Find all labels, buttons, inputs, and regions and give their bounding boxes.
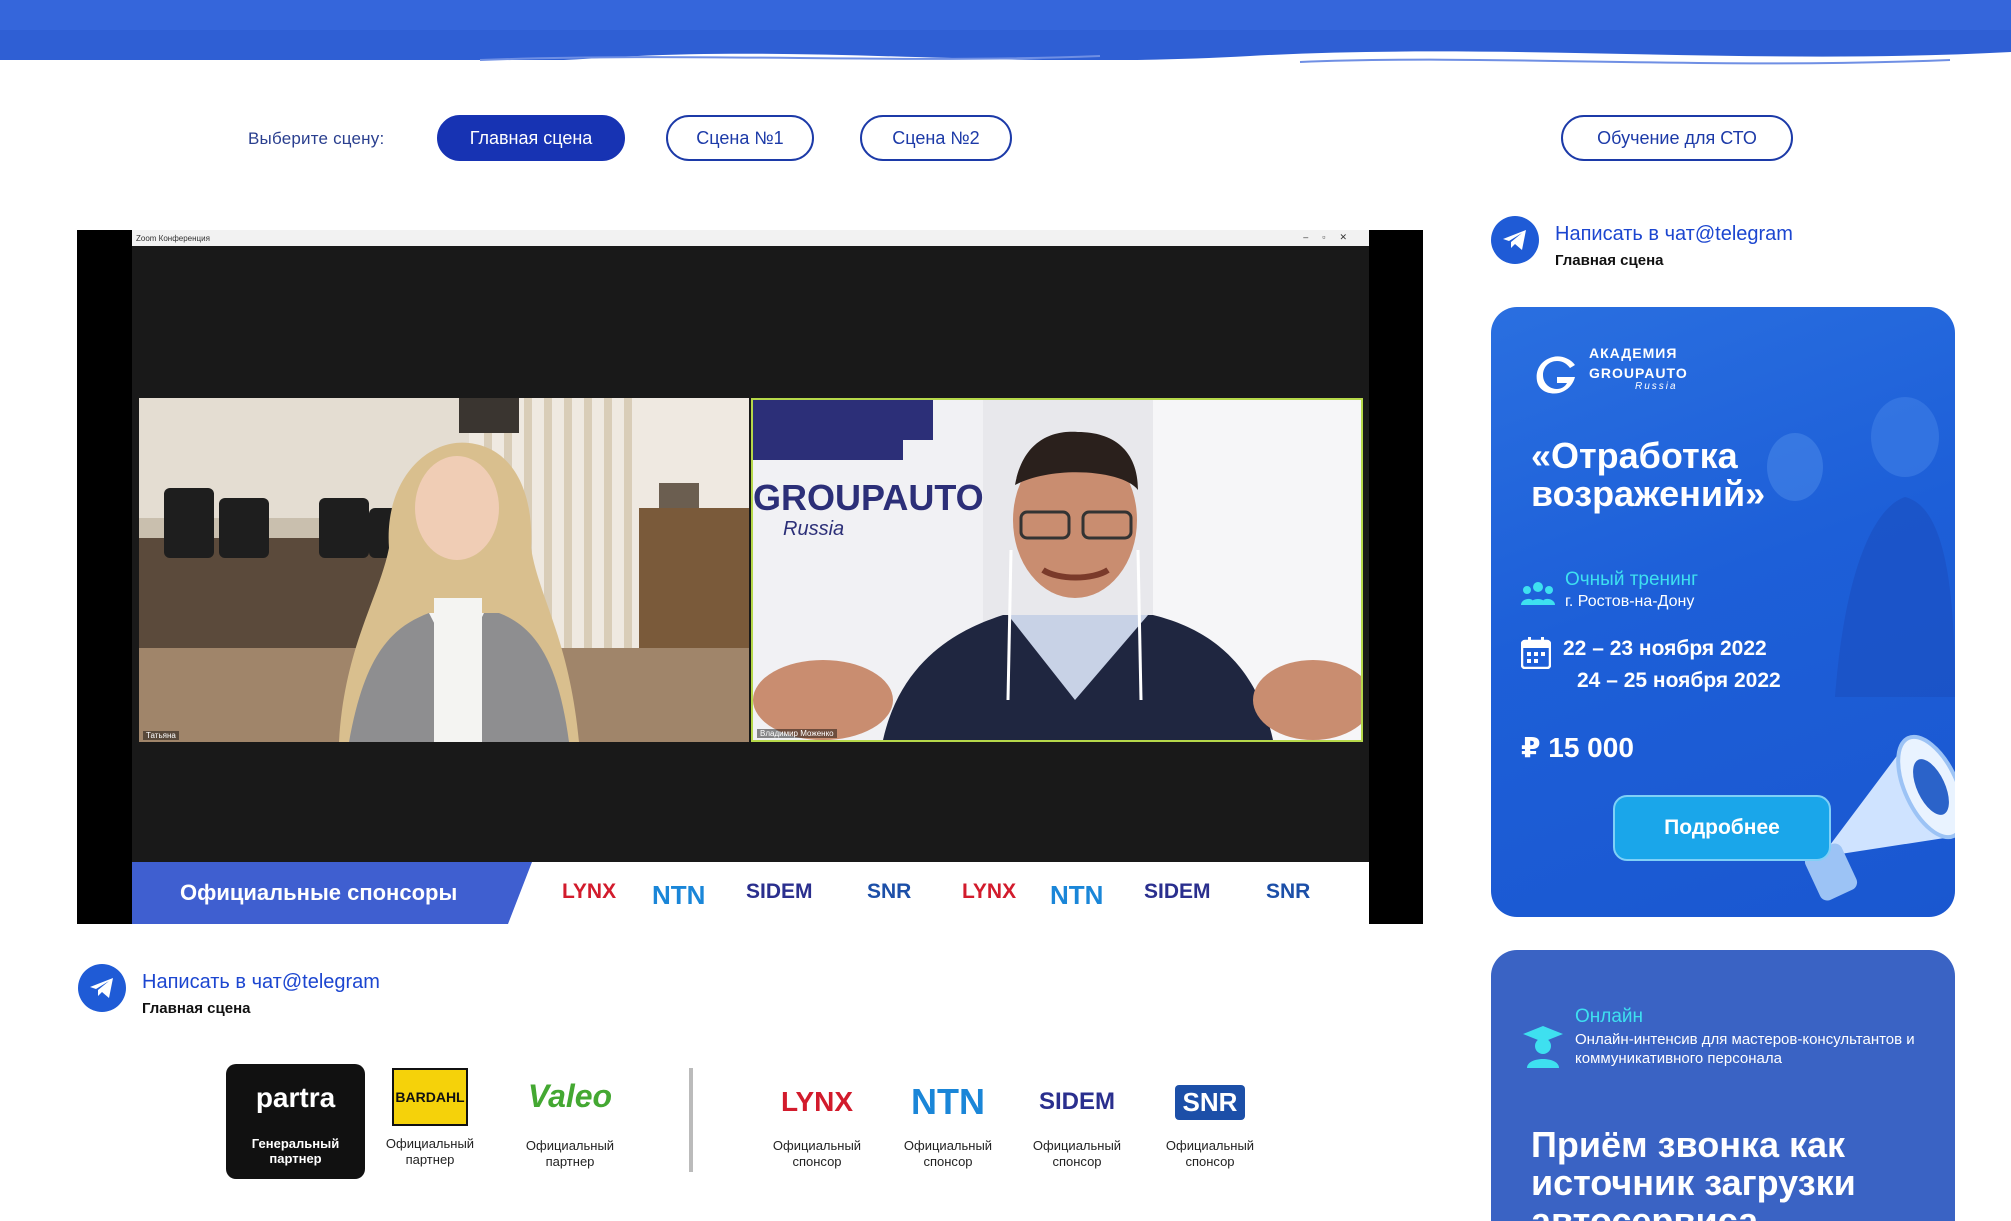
participant-left-video [139,398,749,742]
scene-button-2[interactable]: Сцена №2 [860,115,1012,161]
lynx-logo: LYNX [780,1086,854,1117]
partner-caption-line1: Официальный [385,1136,475,1151]
promo-format: Очный тренинг [1565,569,1699,590]
promo2-format: Онлайн [1575,1006,1644,1027]
promo-title-line2: возражений» [1531,473,1766,514]
strip-logo-sidem: SIDEM [746,880,813,903]
promo-date-2: 24 – 25 ноября 2022 [1577,669,1781,692]
participant-name-right: Владимир Моженко [757,729,837,738]
partner-valeo[interactable]: Valeo Официальный партнер [515,1060,625,1170]
zoom-title: Zoom Конференция [136,233,210,243]
promo-title: «Отработка возражений» [1531,437,1765,513]
sponsor-ntn[interactable]: NTN Официальный спонсор [893,1060,1003,1170]
partner-caption-line1: Официальный [903,1138,993,1153]
academy-region: Russia [1635,381,1678,392]
groupauto-backdrop-subtext: Russia [783,518,844,540]
partner-caption-line2: партнер [269,1151,322,1166]
telegram-scene-label: Главная сцена [142,1000,251,1017]
promo-format-row: Очный тренинг г. Ростов-на-Дону [1521,569,1698,611]
promo-dates-row: 22 – 23 ноября 2022 24 – 25 ноября 2022 [1521,633,1781,697]
graduate-icon [1523,1026,1563,1068]
telegram-chat-link[interactable]: Написать в чат@telegram [142,971,380,994]
strip-logo-sidem-2: SIDEM [1144,880,1211,903]
groupauto-backdrop-text: GROUPAUTO [753,477,984,518]
calendar-icon [1521,637,1551,669]
partner-caption-line1: Генеральный [251,1136,340,1151]
zoom-window: Zoom Конференция –▫✕ Татьяна GROUPAUTO R… [132,230,1369,924]
top-wave-banner [0,0,2011,90]
promo-background-people [1767,397,1955,697]
telegram-chat-block-top: Написать в чат@telegram Главная сцена [1491,216,1793,269]
promo-date-1: 22 – 23 ноября 2022 [1563,637,1767,660]
strip-logo-lynx-2: LYNX [962,880,1017,903]
promo-price: ₽ 15 000 [1521,732,1634,763]
valeo-logo: Valeo [527,1077,613,1114]
participant-name-left: Татьяна [143,731,179,740]
participant-tile-right: GROUPAUTO Russia Владимир Моженко [751,398,1363,742]
partner-partra[interactable]: partra Генеральный партнер [226,1064,365,1179]
groupauto-academy-logo: АКАДЕМИЯ GROUPAUTO Russia [1535,345,1688,394]
partner-caption-line2: спонсор [1185,1154,1235,1169]
promo2-description: Онлайн-интенсив для мастеров-консультант… [1575,1031,1915,1067]
sponsor-lynx[interactable]: LYNX Официальный спонсор [762,1060,872,1170]
strip-logo-lynx: LYNX [562,880,617,903]
ntn-logo: NTN [911,1081,985,1122]
sponsor-snr[interactable]: SNR Официальный спонсор [1155,1060,1265,1170]
academy-brand: GROUPAUTO [1589,365,1688,381]
snr-logo: SNR [1174,1084,1246,1120]
group-people-icon [1521,582,1555,605]
academy-label: АКАДЕМИЯ [1589,345,1678,361]
partners-row: partra Генеральный партнер BARDAHL Офици… [0,1060,1450,1190]
partner-caption-line1: Официальный [1165,1138,1255,1153]
promo2-title: Приём звонка как источник загрузки автос… [1531,1124,1856,1221]
sponsor-sidem[interactable]: SIDEM Официальный спонсор [1022,1060,1132,1170]
telegram-scene-label: Главная сцена [1555,252,1664,269]
telegram-icon[interactable] [78,964,126,1012]
partner-caption-line2: спонсор [923,1154,973,1169]
scene-button-1[interactable]: Сцена №1 [666,115,814,161]
promo-more-button[interactable]: Подробнее [1613,795,1831,861]
scene-button-main[interactable]: Главная сцена [437,115,625,161]
strip-logo-snr: SNR [867,880,912,903]
participant-right-video: GROUPAUTO Russia [753,400,1361,740]
partner-caption-line1: Официальный [525,1138,615,1153]
telegram-chat-block-bottom: Написать в чат@telegram Главная сцена [78,964,380,1017]
scene-selector: Выберите сцену: Главная сцена Сцена №1 С… [0,115,2011,163]
scene-selector-label: Выберите сцену: [248,129,385,148]
video-player[interactable]: Zoom Конференция –▫✕ Татьяна GROUPAUTO R… [77,230,1423,924]
partner-caption-line1: Официальный [772,1138,862,1153]
video-sponsor-strip: Официальные спонсоры LYNX NTN SIDEM SNR … [132,862,1369,924]
promo-card-online[interactable]: Онлайн Онлайн-интенсив для мастеров-конс… [1491,950,1955,1221]
participant-tile-left: Татьяна [139,398,749,742]
sponsor-strip-label: Официальные спонсоры [180,880,458,905]
partner-caption-line1: Официальный [1032,1138,1122,1153]
partner-bardahl[interactable]: BARDAHL Официальный партнер [380,1060,480,1168]
partner-caption-line2: спонсор [792,1154,842,1169]
bardahl-logo: BARDAHL [392,1068,468,1126]
groupauto-g-icon [1536,356,1575,394]
promo-card-training[interactable]: АКАДЕМИЯ GROUPAUTO Russia «Отработка воз… [1491,307,1955,917]
training-button[interactable]: Обучение для СТО [1561,115,1793,161]
telegram-chat-link[interactable]: Написать в чат@telegram [1555,223,1793,246]
strip-logo-ntn-2: NTN [1050,880,1104,910]
partner-caption-line2: партнер [405,1152,455,1167]
zoom-titlebar: Zoom Конференция –▫✕ [132,230,1369,246]
partra-card: partra Генеральный партнер [226,1064,365,1179]
promo-title-line1: «Отработка [1531,435,1738,476]
partners-divider [689,1068,693,1172]
sidem-logo: SIDEM [1038,1088,1115,1115]
partner-caption-line2: спонсор [1052,1154,1102,1169]
strip-logo-snr-2: SNR [1266,880,1311,903]
strip-logo-ntn: NTN [652,880,706,910]
telegram-icon[interactable] [1491,216,1539,264]
partner-caption-line2: партнер [545,1154,595,1169]
window-controls-icon: –▫✕ [1303,232,1361,242]
promo-city: г. Ростов-на-Дону [1565,593,1695,610]
partra-logo: partra [255,1082,336,1113]
